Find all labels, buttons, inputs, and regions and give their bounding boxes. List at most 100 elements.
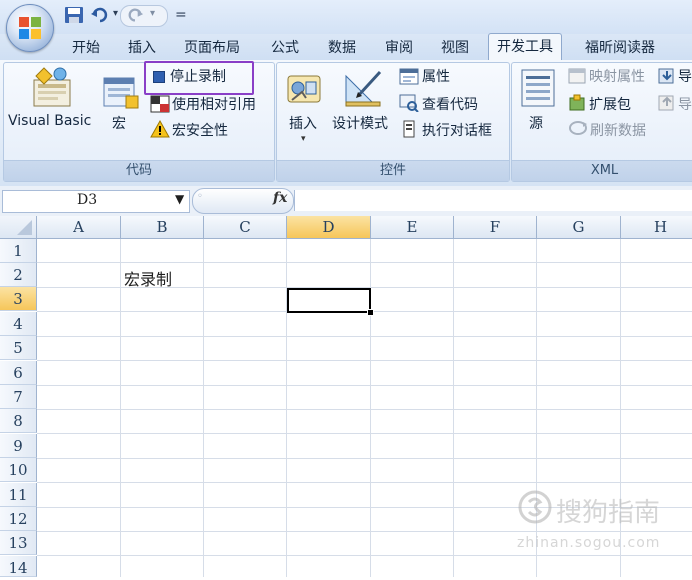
column-header-g[interactable]: G — [537, 216, 621, 239]
tab-page-layout[interactable]: 页面布局 — [184, 38, 240, 60]
macro-button[interactable]: 宏 — [112, 113, 126, 133]
properties-button[interactable]: 属性 — [422, 66, 450, 86]
source-button[interactable]: 源 — [529, 113, 543, 133]
visual-basic-icon — [33, 67, 71, 107]
row-header-12[interactable]: 12 — [0, 507, 37, 531]
column-header-a[interactable]: A — [37, 216, 121, 239]
insert-control-icon — [287, 75, 321, 103]
relative-reference-icon — [150, 95, 170, 113]
cell-b2[interactable]: 宏录制 — [124, 266, 172, 290]
macro-icon — [103, 77, 139, 109]
gridline — [37, 385, 692, 386]
stop-recording-button[interactable]: 停止录制 — [170, 66, 226, 86]
run-dialog-icon — [403, 120, 415, 138]
row-header-9[interactable]: 9 — [0, 434, 37, 458]
map-properties-button: 映射属性 — [589, 69, 645, 85]
name-box-value: D3 — [77, 192, 98, 208]
save-icon[interactable] — [64, 6, 84, 24]
formula-input[interactable] — [294, 190, 692, 211]
macro-security-button[interactable]: 宏安全性 — [172, 120, 228, 140]
row-header-3[interactable]: 3 — [0, 287, 37, 311]
gridline — [37, 409, 692, 410]
gridline — [37, 433, 692, 434]
properties-icon — [399, 68, 419, 85]
redo-icon — [128, 8, 144, 22]
office-button[interactable] — [6, 4, 54, 52]
name-box[interactable]: D3 ▼ — [2, 190, 190, 213]
visual-basic-button[interactable]: Visual Basic — [8, 113, 91, 129]
gridline — [536, 239, 537, 577]
row-header-11[interactable]: 11 — [0, 483, 37, 507]
active-cell-d3[interactable] — [287, 288, 371, 313]
insert-dropdown-icon[interactable]: ▾ — [301, 134, 306, 144]
export-button: 导 — [678, 97, 692, 113]
gridline — [453, 239, 454, 577]
row-header-4[interactable]: 4 — [0, 312, 37, 336]
column-header-f[interactable]: F — [454, 216, 537, 239]
gridline — [37, 458, 692, 459]
tab-foxit-reader[interactable]: 福昕阅读器 — [585, 38, 655, 60]
row-header-8[interactable]: 8 — [0, 409, 37, 433]
tab-view[interactable]: 视图 — [441, 38, 469, 60]
row-header-6[interactable]: 6 — [0, 361, 37, 385]
row-header-1[interactable]: 1 — [0, 239, 37, 263]
view-code-icon — [399, 94, 419, 112]
row-header-10[interactable]: 10 — [0, 458, 37, 482]
watermark-url: zhinan.sogou.com — [517, 535, 661, 551]
row-header-14[interactable]: 14 — [0, 556, 37, 577]
gridline — [120, 239, 121, 577]
row-header-5[interactable]: 5 — [0, 336, 37, 360]
map-properties-icon — [568, 68, 586, 84]
fill-handle[interactable] — [367, 309, 374, 316]
sogou-watermark-icon — [518, 490, 552, 524]
gridline — [37, 336, 692, 337]
design-mode-icon — [345, 70, 382, 107]
export-icon — [658, 95, 674, 111]
tab-review[interactable]: 审阅 — [385, 38, 413, 60]
expansion-packs-icon — [569, 94, 585, 111]
formula-tools-pill: ◦ fx — [192, 188, 294, 214]
watermark-brand: 搜狗指南 — [556, 498, 661, 528]
tab-home[interactable]: 开始 — [72, 38, 100, 60]
insert-control-button[interactable]: 插入 — [289, 113, 317, 133]
insert-function-button[interactable]: fx — [273, 190, 287, 206]
design-mode-button[interactable]: 设计模式 — [332, 113, 388, 133]
row-header-13[interactable]: 13 — [0, 531, 37, 555]
source-icon — [521, 69, 555, 107]
tab-data[interactable]: 数据 — [328, 38, 356, 60]
group-controls-label: 控件 — [277, 160, 509, 181]
gridline — [37, 531, 692, 532]
row-header-2[interactable]: 2 — [0, 263, 37, 287]
column-header-b[interactable]: B — [121, 216, 204, 239]
column-header-c[interactable]: C — [204, 216, 287, 239]
warning-icon — [150, 120, 170, 138]
name-box-dropdown-icon[interactable]: ▼ — [175, 192, 184, 206]
undo-dropdown-icon[interactable]: ▾ — [113, 8, 118, 19]
column-header-d[interactable]: D — [287, 216, 371, 239]
row-header-7[interactable]: 7 — [0, 385, 37, 409]
redo-dropdown-icon: ▾ — [150, 8, 156, 19]
gridline — [37, 360, 692, 361]
tab-formulas[interactable]: 公式 — [271, 38, 299, 60]
gridline — [37, 262, 692, 263]
refresh-data-icon — [569, 121, 587, 135]
tab-developer[interactable]: 开发工具 — [488, 33, 562, 62]
office-logo-icon — [19, 17, 41, 39]
gridline — [37, 555, 692, 556]
formula-expand-icon[interactable]: ◦ — [197, 191, 203, 202]
column-header-e[interactable]: E — [371, 216, 454, 239]
run-dialog-button[interactable]: 执行对话框 — [422, 120, 492, 140]
stop-icon — [153, 71, 165, 83]
view-code-button[interactable]: 查看代码 — [422, 94, 478, 114]
qat-customize-icon[interactable]: = — [175, 7, 187, 23]
import-button[interactable]: 导 — [678, 66, 692, 86]
import-icon — [658, 68, 674, 84]
undo-icon[interactable] — [90, 6, 110, 24]
expansion-packs-button[interactable]: 扩展包 — [589, 94, 631, 114]
select-all-icon — [17, 220, 32, 235]
group-xml-label: XML — [512, 160, 692, 181]
tab-insert[interactable]: 插入 — [128, 38, 156, 60]
column-header-h[interactable]: H — [621, 216, 692, 239]
select-all-corner[interactable] — [0, 216, 37, 239]
use-relative-references-button[interactable]: 使用相对引用 — [172, 94, 256, 114]
